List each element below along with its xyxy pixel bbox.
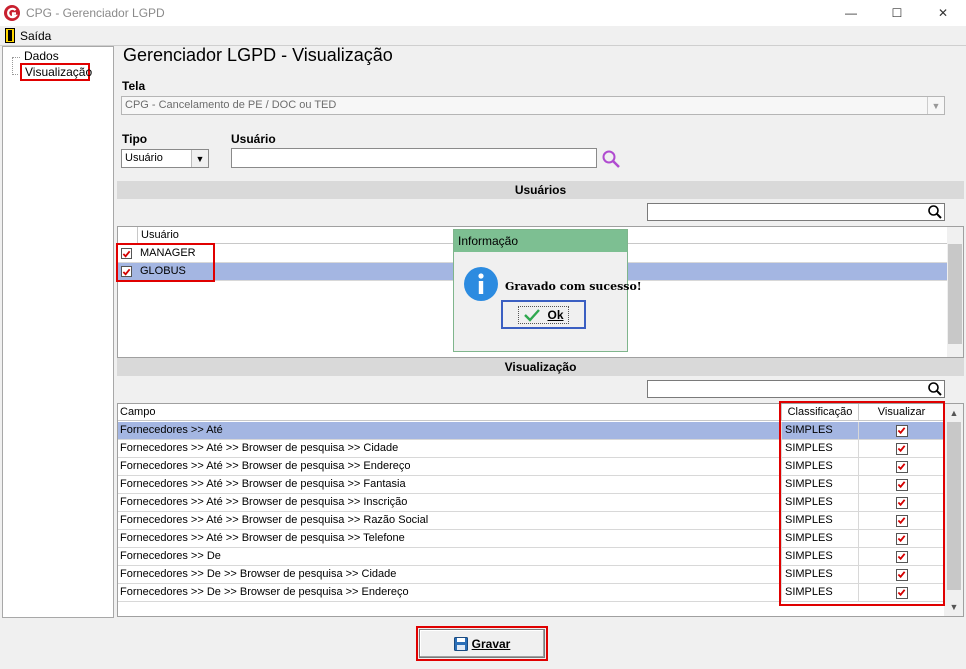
campo-cell: Fornecedores >> Até <box>120 424 223 436</box>
campo-cell: Fornecedores >> Até >> Browser de pesqui… <box>120 496 408 508</box>
tree-item-dados[interactable]: Dados <box>24 49 59 63</box>
cpg-logo-icon <box>4 5 20 21</box>
scroll-down-icon[interactable]: ▼ <box>946 599 962 615</box>
floppy-disk-icon <box>453 636 468 651</box>
column-header-campo[interactable]: Campo <box>120 406 155 418</box>
close-button[interactable]: ✕ <box>920 0 966 26</box>
visualizacao-scrollbar-thumb[interactable] <box>947 422 961 590</box>
campo-cell: Fornecedores >> Até >> Browser de pesqui… <box>120 532 405 544</box>
visualizacao-highlight-box <box>779 401 945 606</box>
magnifier-icon[interactable] <box>601 149 621 169</box>
usuario-label: Usuário <box>231 132 276 146</box>
chevron-down-icon[interactable]: ▼ <box>191 150 208 167</box>
usuarios-search-input[interactable] <box>647 203 945 221</box>
usuario-input[interactable] <box>231 148 597 168</box>
usuarios-column-header: Usuário <box>141 229 179 241</box>
window-title: CPG - Gerenciador LGPD <box>26 6 165 20</box>
tela-select[interactable]: CPG - Cancelamento de PE / DOC ou TED <box>121 96 945 115</box>
exit-door-icon[interactable] <box>5 28 15 43</box>
minimize-button[interactable]: — <box>828 0 874 26</box>
campo-cell: Fornecedores >> De >> Browser de pesquis… <box>120 586 409 598</box>
gravar-label: Gravar <box>471 636 511 651</box>
menu-item-saida[interactable]: Saída <box>20 29 51 43</box>
checkmark-icon <box>524 308 541 322</box>
navigation-tree <box>2 46 114 618</box>
maximize-button[interactable]: ☐ <box>874 0 920 26</box>
menu-bar <box>0 26 966 46</box>
search-icon[interactable] <box>926 203 944 221</box>
dialog-title: Informação <box>454 230 627 252</box>
usuarios-header-check-column <box>118 227 138 244</box>
campo-cell: Fornecedores >> Até >> Browser de pesqui… <box>120 442 399 454</box>
campo-cell: Fornecedores >> De >> Browser de pesquis… <box>120 568 397 580</box>
usuarios-scrollbar-thumb[interactable] <box>948 244 962 344</box>
scroll-up-icon[interactable]: ▲ <box>946 405 962 421</box>
campo-cell: Fornecedores >> Até >> Browser de pesqui… <box>120 478 406 490</box>
campo-cell: Fornecedores >> De <box>120 550 221 562</box>
tela-label: Tela <box>122 79 146 93</box>
campo-cell: Fornecedores >> Até >> Browser de pesqui… <box>120 514 429 526</box>
page-title: Gerenciador LGPD - Visualização <box>123 45 393 65</box>
gravar-button[interactable]: Gravar <box>419 629 545 658</box>
usuarios-highlight-box <box>116 243 215 282</box>
tipo-label: Tipo <box>122 132 148 146</box>
ok-label: Ok <box>547 307 564 322</box>
chevron-down-icon[interactable]: ▼ <box>927 97 944 114</box>
visualizacao-section-title: Visualização <box>117 358 964 376</box>
info-icon <box>464 267 498 301</box>
dialog-message: Gravado com sucesso! <box>505 280 642 293</box>
search-icon[interactable] <box>926 380 944 398</box>
ok-button[interactable]: Ok <box>501 300 586 329</box>
usuarios-section-title: Usuários <box>117 181 964 199</box>
campo-cell: Fornecedores >> Até >> Browser de pesqui… <box>120 460 411 472</box>
visualizacao-search-input[interactable] <box>647 380 945 398</box>
tree-item-visualizacao[interactable]: Visualização <box>20 63 92 81</box>
